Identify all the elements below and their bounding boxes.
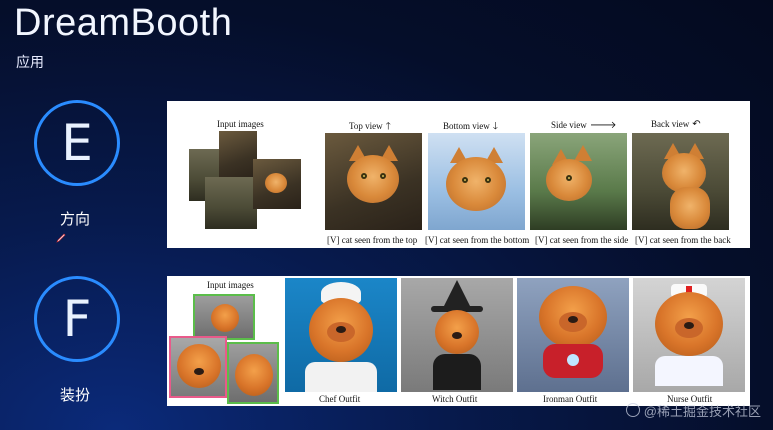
outfit-photo-chef: [285, 278, 397, 392]
view-photo-bottom: [428, 133, 525, 230]
input-images-label: Input images: [207, 280, 254, 290]
badge-e-label: 方向: [60, 211, 91, 228]
arrow-right-icon: 🡒: [589, 120, 617, 131]
view-caption: [V] cat seen from the side: [535, 235, 629, 245]
figure-dog-outfits: Input images Chef Outfit Witch Outfit Ir…: [167, 276, 750, 406]
view-caption: [V] cat seen from the back: [635, 235, 731, 245]
view-photo-side: [530, 133, 627, 230]
witch-hat: [443, 280, 471, 308]
figure-cat-views: Input images Top view 🡑 [V] cat seen from…: [167, 101, 750, 248]
view-caption: [V] cat seen from the bottom: [425, 235, 530, 245]
badge-e: E: [34, 100, 120, 186]
input-dog-photo: [227, 342, 279, 404]
juejin-logo-icon: [625, 403, 640, 417]
input-dog-photo: [193, 294, 255, 340]
outfit-photo-witch: [401, 278, 513, 392]
pen-cursor-icon: [56, 233, 66, 243]
view-photo-top: [325, 133, 422, 230]
input-dog-photo: [169, 336, 227, 398]
slide-title: DreamBooth: [14, 2, 233, 44]
badge-f-label: 装扮: [60, 387, 91, 404]
outfit-caption: Witch Outfit: [432, 394, 478, 404]
outfit-caption: Chef Outfit: [319, 394, 361, 404]
outfit-caption: Ironman Outfit: [543, 394, 598, 404]
badge-f: F: [34, 276, 120, 362]
view-caption: [V] cat seen from the top: [327, 235, 418, 245]
outfit-photo-nurse: [633, 278, 745, 392]
view-title: Side view 🡒: [551, 120, 617, 131]
arrow-up-icon: 🡑: [385, 121, 391, 132]
watermark: @稀土掘金技术社区: [625, 401, 761, 420]
input-cat-photo: [205, 177, 257, 229]
arrow-back-icon: ↶: [692, 119, 701, 130]
input-images-label: Input images: [217, 119, 264, 129]
input-cat-photo: [219, 131, 257, 179]
input-cat-photo: [253, 159, 301, 209]
view-title: Back view ↶: [651, 119, 701, 130]
view-photo-back: [632, 133, 729, 230]
slide-subtitle: 应用: [16, 54, 44, 70]
arrow-down-icon: 🡓: [492, 121, 498, 132]
outfit-photo-ironman: [517, 278, 629, 392]
